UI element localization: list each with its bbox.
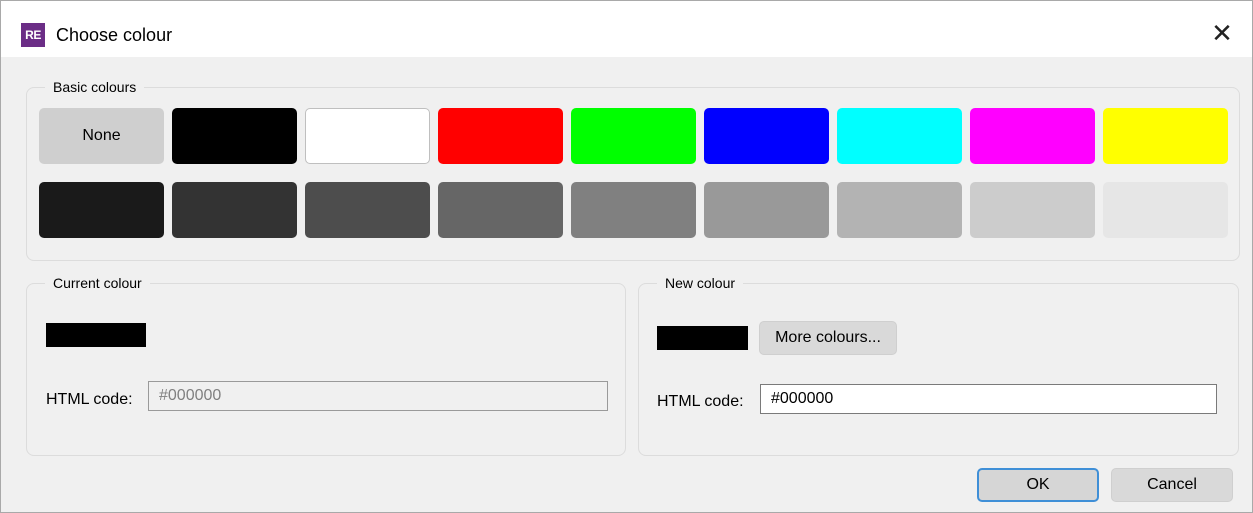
swatch-blue[interactable] [704,108,829,164]
swatch-grey-4[interactable] [438,182,563,238]
dialog-title: Choose colour [56,25,173,45]
swatch-grey-3[interactable] [305,182,430,238]
swatch-black[interactable] [172,108,297,164]
new-html-code-field[interactable] [760,384,1217,414]
title-bar: RE Choose colour ✕ [1,1,1252,57]
current-colour-label: Current colour [45,274,150,292]
basic-colours-group: Basic colours None [26,78,1240,261]
new-html-code-label: HTML code: [657,393,744,410]
swatch-grey-9[interactable] [1103,182,1228,238]
current-html-code-label: HTML code: [46,391,133,408]
new-colour-group: New colour More colours... HTML code: [638,274,1239,456]
swatch-none-button[interactable]: None [39,108,164,164]
basic-colours-label: Basic colours [45,78,145,96]
swatch-grey-6[interactable] [704,182,829,238]
more-colours-button[interactable]: More colours... [759,321,897,355]
choose-colour-dialog: RE Choose colour ✕ Basic colours None Cu… [0,0,1253,513]
new-colour-preview [657,326,748,350]
cancel-button[interactable]: Cancel [1111,468,1233,502]
ok-button[interactable]: OK [977,468,1099,502]
swatch-grey-1[interactable] [39,182,164,238]
swatch-grey-7[interactable] [837,182,962,238]
swatch-grey-5[interactable] [571,182,696,238]
app-logo-icon: RE [21,23,45,47]
current-colour-group: Current colour HTML code: [26,274,626,456]
swatch-magenta[interactable] [970,108,1095,164]
swatch-white[interactable] [305,108,430,164]
swatch-grey-2[interactable] [172,182,297,238]
swatch-cyan[interactable] [837,108,962,164]
current-html-code-field [148,381,608,411]
swatch-yellow[interactable] [1103,108,1228,164]
current-colour-preview [46,323,146,347]
swatch-grey-8[interactable] [970,182,1095,238]
new-colour-label: New colour [657,274,744,292]
swatch-green[interactable] [571,108,696,164]
swatch-red[interactable] [438,108,563,164]
close-icon[interactable]: ✕ [1200,13,1244,53]
